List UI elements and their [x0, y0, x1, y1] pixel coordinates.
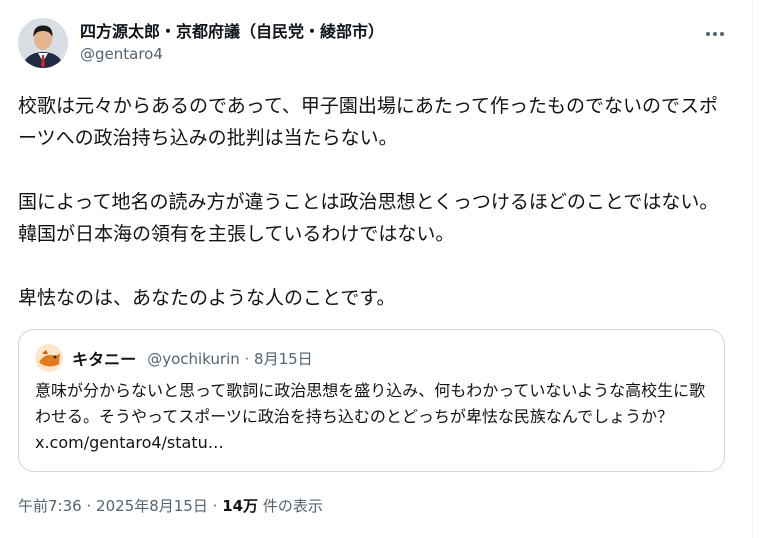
meta-separator: ·: [212, 497, 218, 515]
more-horizontal-icon: [706, 32, 724, 36]
author-display-name[interactable]: 四方源太郎・京都府議（自民党・綾部市）: [80, 21, 384, 43]
column-divider: [752, 0, 753, 538]
author-avatar[interactable]: [18, 18, 68, 68]
tweet-date[interactable]: 2025年8月15日: [96, 497, 208, 515]
quoted-tweet-header: キタニー @yochikurin · 8月15日: [35, 344, 313, 372]
quoted-tweet[interactable]: キタニー @yochikurin · 8月15日 意味が分からないと思って歌詞に…: [18, 329, 725, 472]
views-count: 14万: [222, 497, 259, 515]
quoted-tweet-link[interactable]: x.com/gentaro4/statu…: [35, 433, 224, 452]
tweet-time[interactable]: 午前7:36: [18, 497, 82, 515]
quoted-author-handle-date: @yochikurin · 8月15日: [147, 349, 313, 368]
quoted-author-avatar: [35, 344, 63, 372]
author-avatar-image: [18, 18, 68, 68]
quoted-tweet-text: 意味が分からないと思って歌詞に政治思想を盛り込み、何もわかっていないような高校生…: [35, 378, 711, 456]
more-options-button[interactable]: [701, 22, 729, 46]
views-label: 件の表示: [262, 497, 323, 515]
tweet-text: 校歌は元々からあるのであって、甲子園出場にあたって作ったものでないのでスポーツへ…: [18, 95, 719, 309]
quoted-author-name: キタニー: [72, 350, 137, 369]
meta-separator: ·: [86, 497, 92, 515]
quoted-tweet-body: 意味が分からないと思って歌詞に政治思想を盛り込み、何もわかっていないような高校生…: [35, 381, 706, 426]
author-handle[interactable]: @gentaro4: [80, 43, 384, 65]
tweet-meta: 午前7:36 · 2025年8月15日 · 14万 件の表示: [18, 495, 323, 516]
quoted-author-avatar-image: [35, 344, 63, 372]
tweet-header: 四方源太郎・京都府議（自民党・綾部市） @gentaro4: [18, 18, 730, 74]
